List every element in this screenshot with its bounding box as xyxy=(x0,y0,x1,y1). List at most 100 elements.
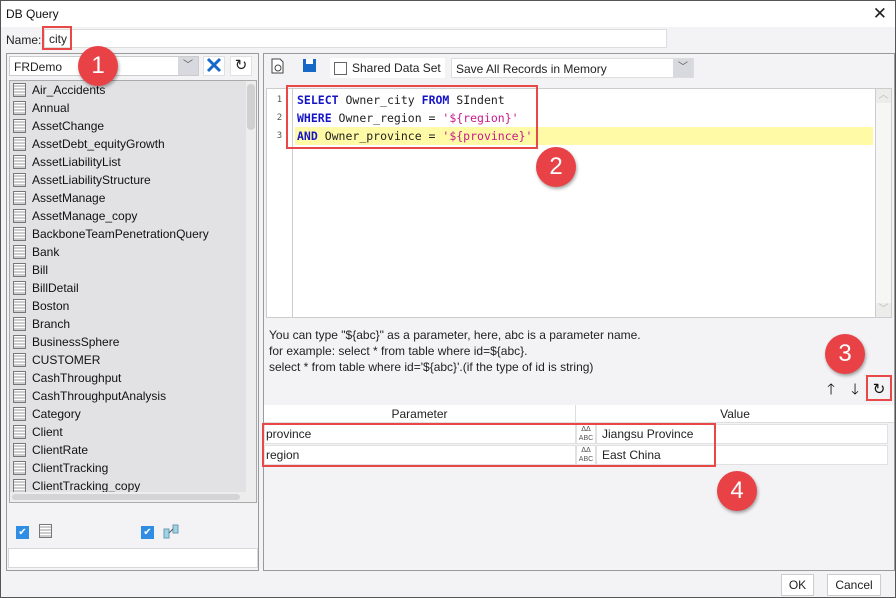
table-icon xyxy=(13,155,26,169)
h-scroll-thumb[interactable] xyxy=(12,494,240,500)
table-list-item[interactable]: Category xyxy=(10,405,256,423)
cancel-button[interactable]: Cancel xyxy=(827,574,881,596)
parameter-row[interactable]: province ᐃᐃ ABC Jiangsu Province xyxy=(264,424,894,444)
scroll-down-icon[interactable]: ﹀ xyxy=(876,303,891,317)
annotation-badge: 3 xyxy=(825,334,865,374)
column-header-value[interactable]: Value xyxy=(576,405,894,422)
code-line: SELECT Owner_city FROM SIndent xyxy=(295,91,873,109)
scroll-up-icon[interactable]: ︿ xyxy=(876,89,891,103)
sql-keyword: WHERE xyxy=(297,111,332,125)
view-icon xyxy=(163,524,179,540)
chevron-down-icon[interactable]: ﹀ xyxy=(673,59,693,77)
hint-line: select * from table where id='${abc}'.(i… xyxy=(269,360,594,374)
table-list-item[interactable]: AssetDebt_equityGrowth xyxy=(10,135,256,153)
memory-mode-select[interactable]: Save All Records in Memory ﹀ xyxy=(451,58,694,78)
connection-settings-button[interactable] xyxy=(203,56,225,76)
cancel-label: Cancel xyxy=(835,578,873,592)
table-icon xyxy=(13,227,26,241)
sql-editor[interactable]: 1 2 3 SELECT Owner_city FROM SIndent WHE… xyxy=(266,88,892,318)
table-name: BillDetail xyxy=(32,281,79,295)
parameter-row[interactable]: region ᐃᐃ ABC East China xyxy=(264,445,894,465)
table-name: Bank xyxy=(32,245,60,259)
line-number: 2 xyxy=(276,113,283,123)
parameter-table-header: Parameter Value xyxy=(264,405,894,423)
parameter-hint: You can type "${abc}" as a parameter, he… xyxy=(269,327,641,375)
table-list-item[interactable]: Boston xyxy=(10,297,256,315)
table-name: Boston xyxy=(32,299,70,313)
table-icon xyxy=(13,443,26,457)
refresh-tables-button[interactable]: ↻ xyxy=(230,56,252,76)
string-type-icon[interactable]: ᐃᐃ ABC xyxy=(576,445,596,465)
table-list-item[interactable]: ClientTracking xyxy=(10,459,256,477)
string-type-icon[interactable]: ᐃᐃ ABC xyxy=(576,424,596,444)
table-icon xyxy=(13,317,26,331)
table-list-item[interactable]: AssetChange xyxy=(10,117,256,135)
datasource-panel: FRDemo ﹀ ↻ Air_Accidents Annual AssetChang… xyxy=(6,53,259,571)
save-query-button[interactable] xyxy=(300,58,320,78)
table-list-item[interactable]: BackboneTeamPenetrationQuery xyxy=(10,225,256,243)
name-label: Name: xyxy=(6,33,42,47)
datasource-value: FRDemo xyxy=(14,60,63,74)
table-list-item[interactable]: Annual xyxy=(10,99,256,117)
table-list-item[interactable]: ClientRate xyxy=(10,441,256,459)
sql-keyword: FROM xyxy=(421,93,450,107)
table-list-item[interactable]: Client xyxy=(10,423,256,441)
table-list-item[interactable]: AssetManage xyxy=(10,189,256,207)
table-list-item[interactable]: CashThroughput xyxy=(10,369,256,387)
memory-mode-value: Save All Records in Memory xyxy=(456,62,607,76)
sql-text: Owner_city xyxy=(338,93,422,107)
table-list-item[interactable]: CUSTOMER xyxy=(10,351,256,369)
parameter-value-input[interactable]: Jiangsu Province xyxy=(596,424,888,444)
table-icon xyxy=(13,461,26,475)
name-input[interactable]: city xyxy=(44,29,667,48)
close-icon[interactable]: ✕ xyxy=(873,4,887,24)
chevron-down-icon[interactable]: ﹀ xyxy=(178,57,198,75)
parameter-value-input[interactable]: East China xyxy=(596,445,888,465)
table-list-item[interactable]: Branch xyxy=(10,315,256,333)
db-query-dialog: DB Query ✕ Name: city FRDemo ﹀ ↻ Air_Acc… xyxy=(0,0,896,598)
sql-keyword: SELECT xyxy=(297,93,339,107)
sql-code[interactable]: SELECT Owner_city FROM SIndent WHERE Own… xyxy=(295,91,873,145)
table-list-item[interactable]: AssetManage_copy xyxy=(10,207,256,225)
sql-text: Owner_region = xyxy=(331,111,443,125)
table-name: Annual xyxy=(32,101,70,115)
checkbox-box[interactable] xyxy=(334,61,347,75)
move-up-button[interactable]: 🡑 xyxy=(822,380,840,400)
table-list-item[interactable]: CashThroughputAnalysis xyxy=(10,387,256,405)
parameter-table: Parameter Value province ᐃᐃ ABC Jiangsu P… xyxy=(264,405,894,465)
table-list-h-scrollbar[interactable] xyxy=(10,492,256,502)
move-down-button[interactable]: 🡓 xyxy=(846,380,864,400)
preview-button[interactable] xyxy=(268,58,288,78)
table-name: Category xyxy=(32,407,81,421)
table-list-item[interactable]: AssetLiabilityList xyxy=(10,153,256,171)
table-search-input[interactable] xyxy=(8,548,258,568)
table-list-item[interactable]: BusinessSphere xyxy=(10,333,256,351)
query-panel: Shared Data Set Save All Records in Memo… xyxy=(263,53,895,571)
table-list-item[interactable]: Bill xyxy=(10,261,256,279)
table-list-item[interactable]: Air_Accidents xyxy=(10,81,256,99)
table-icon xyxy=(13,353,26,367)
editor-scrollbar[interactable]: ︿ ﹀ xyxy=(875,89,891,317)
show-tables-checkbox[interactable]: ✔ xyxy=(16,526,29,539)
column-header-parameter[interactable]: Parameter xyxy=(264,405,576,422)
table-name: ClientRate xyxy=(32,443,89,457)
table-icon xyxy=(13,299,26,313)
shared-dataset-checkbox[interactable]: Shared Data Set xyxy=(330,58,445,78)
table-name: AssetManage xyxy=(32,191,106,205)
table-list-item[interactable]: Bank xyxy=(10,243,256,261)
table-name: Bill xyxy=(32,263,49,277)
table-list-scrollbar[interactable] xyxy=(246,81,256,502)
sql-string: '${region}' xyxy=(442,111,519,125)
table-icon xyxy=(13,479,26,493)
title-bar: DB Query ✕ xyxy=(1,1,895,27)
table-list-item[interactable]: BillDetail xyxy=(10,279,256,297)
table-list-item[interactable]: AssetLiabilityStructure xyxy=(10,171,256,189)
sql-text: SIndent xyxy=(449,93,505,107)
refresh-params-button[interactable]: ↻ xyxy=(870,380,888,400)
scroll-thumb[interactable] xyxy=(247,84,255,130)
table-icon xyxy=(13,173,26,187)
type-icon-text: ABC xyxy=(578,456,594,463)
table-icon xyxy=(13,119,26,133)
ok-button[interactable]: OK xyxy=(781,574,814,596)
show-views-checkbox[interactable]: ✔ xyxy=(141,526,154,539)
